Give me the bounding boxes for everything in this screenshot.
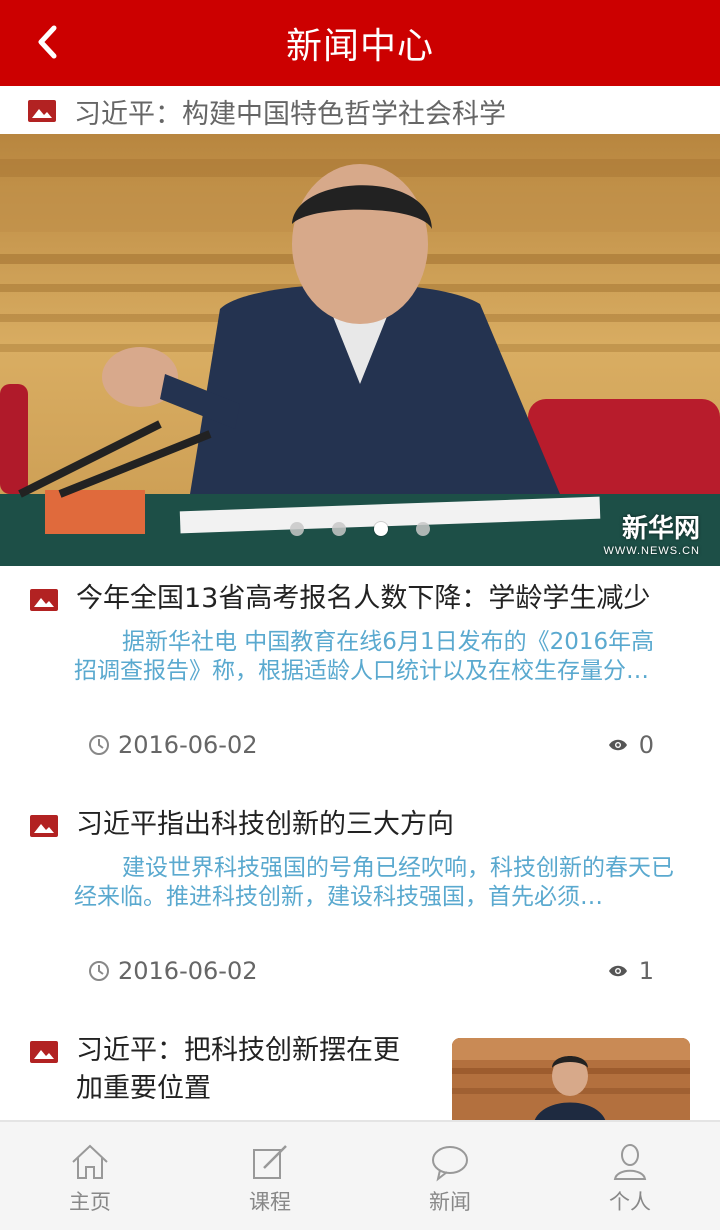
news-date: 2016-06-02 xyxy=(118,731,258,759)
news-summary: 建设世界科技强国的号角已经吹响，科技创新的春天已经来临。推进科技创新，建设科技强… xyxy=(74,855,674,910)
featured-title: 习近平：构建中国特色哲学社会科学 xyxy=(74,98,506,130)
image-icon xyxy=(30,589,58,611)
watermark-url: WWW.NEWS.CN xyxy=(603,545,700,557)
tab-home[interactable]: 主页 xyxy=(0,1122,180,1230)
back-button[interactable] xyxy=(28,22,68,62)
thumbnail-photo xyxy=(452,1038,690,1122)
eye-icon xyxy=(609,965,627,977)
carousel-dot-active[interactable] xyxy=(374,522,388,536)
chevron-left-icon xyxy=(38,25,57,59)
image-icon xyxy=(30,815,58,837)
edit-icon xyxy=(253,1145,287,1179)
tab-label: 课程 xyxy=(249,1190,291,1214)
tab-profile[interactable]: 个人 xyxy=(540,1122,720,1230)
carousel-indicator xyxy=(0,519,720,539)
featured-banner-image[interactable]: 新华网 WWW.NEWS.CN xyxy=(0,134,720,566)
bottom-tab-bar: 主页 课程 新闻 个人 xyxy=(0,1120,720,1230)
banner-photo xyxy=(0,134,720,566)
tab-course[interactable]: 课程 xyxy=(180,1122,360,1230)
eye-icon xyxy=(609,739,627,751)
news-title: 今年全国13省高考报名人数下降：学龄学生减少 xyxy=(76,583,651,614)
news-view-count: 1 xyxy=(638,957,654,985)
news-title: 习近平指出科技创新的三大方向 xyxy=(76,809,454,840)
news-meta: 2016-06-02 1 xyxy=(0,951,720,991)
carousel-dot[interactable] xyxy=(332,522,346,536)
tab-news[interactable]: 新闻 xyxy=(360,1122,540,1230)
news-summary: 据新华社电 中国教育在线6月1日发布的《2016年高招调查报告》称，根据适龄人口… xyxy=(74,629,655,684)
image-icon xyxy=(28,100,56,122)
news-date: 2016-06-02 xyxy=(118,957,258,985)
featured-title-row[interactable]: 习近平：构建中国特色哲学社会科学 xyxy=(0,86,720,136)
carousel-dot[interactable] xyxy=(290,522,304,536)
news-view-count: 0 xyxy=(638,731,654,759)
tab-label: 个人 xyxy=(609,1190,651,1214)
home-icon xyxy=(72,1144,108,1179)
clock-icon xyxy=(89,735,109,755)
clock-icon xyxy=(89,961,109,981)
user-icon xyxy=(613,1144,647,1180)
tab-label: 主页 xyxy=(69,1190,111,1214)
news-thumbnail[interactable] xyxy=(452,1038,690,1122)
list-item[interactable]: 习近平指出科技创新的三大方向 建设世界科技强国的号角已经吹响，科技创新的春天已经… xyxy=(0,806,720,1006)
top-bar: 新闻中心 xyxy=(0,0,720,86)
news-title: 习近平：把科技创新摆在更加重要位置 xyxy=(76,1035,400,1104)
page-title: 新闻中心 xyxy=(285,26,434,67)
carousel-dot[interactable] xyxy=(416,522,430,536)
image-icon xyxy=(30,1041,58,1063)
news-meta: 2016-06-02 0 xyxy=(0,725,720,765)
list-item[interactable]: 今年全国13省高考报名人数下降：学龄学生减少 据新华社电 中国教育在线6月1日发… xyxy=(0,580,720,780)
chat-icon xyxy=(432,1146,468,1182)
tab-label: 新闻 xyxy=(429,1190,471,1214)
